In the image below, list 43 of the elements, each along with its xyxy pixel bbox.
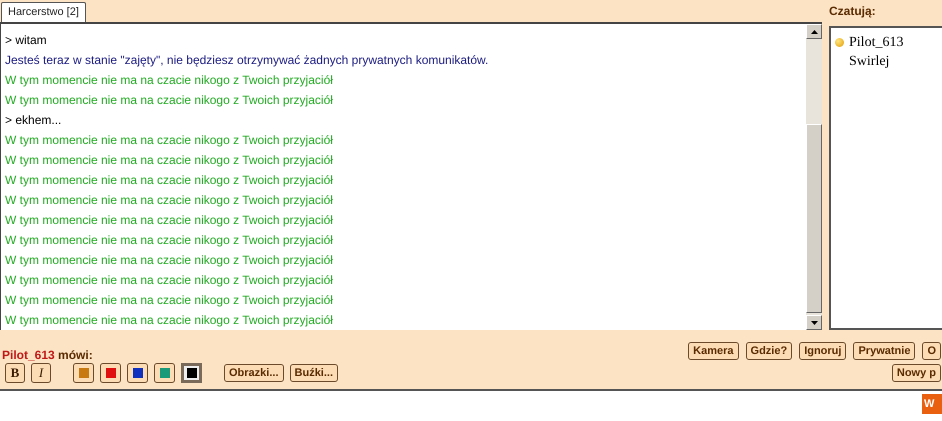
speaker-name: Pilot_613 (2, 348, 55, 362)
users-heading: Czatują: (829, 3, 877, 20)
italic-button[interactable]: I (31, 363, 51, 383)
message-input[interactable] (0, 389, 942, 421)
new-button[interactable]: Nowy p (892, 364, 941, 382)
speaker-label: mówi: (58, 348, 93, 362)
color-swatch[interactable] (100, 363, 121, 383)
user-action-button[interactable]: Ignoruj (799, 342, 846, 360)
insert-button[interactable]: Obrazki... (224, 364, 284, 382)
color-swatch[interactable] (154, 363, 175, 383)
user-action-button[interactable]: O (922, 342, 941, 360)
color-swatch[interactable] (127, 363, 148, 383)
chat-message: Jesteś teraz w stanie "zajęty", nie będziesz otrzymywać żadnych prywatnych komunikatów. (5, 52, 490, 69)
chat-message: W tym momencie nie ma na czacie nikogo z Twoich przyjaciół (5, 212, 334, 229)
down-arrow-icon (810, 320, 818, 324)
scroll-up-button[interactable] (806, 24, 822, 39)
user-name[interactable]: Swirlej (849, 52, 890, 71)
user-action-button[interactable]: Prywatnie (853, 342, 916, 360)
chat-message: W tym momencie nie ma na czacie nikogo z Twoich przyjaciół (5, 232, 334, 249)
scrollbar[interactable] (806, 24, 822, 330)
chat-message: W tym momencie nie ma na czacie nikogo z Twoich przyjaciół (5, 132, 334, 149)
insert-button[interactable]: Buźki... (290, 364, 338, 382)
user-action-button[interactable]: Kamera (688, 342, 739, 360)
chat-tab[interactable]: Harcerstwo [2] (1, 2, 86, 22)
chat-message: W tym momencie nie ma na czacie nikogo z Twoich przyjaciół (5, 272, 334, 289)
chat-message: W tym momencie nie ma na czacie nikogo z Twoich przyjaciół (5, 192, 334, 209)
scroll-thumb[interactable] (806, 124, 822, 313)
chat-message: W tym momencie nie ma na czacie nikogo z Twoich przyjaciół (5, 172, 334, 189)
bold-button[interactable]: B (5, 363, 25, 383)
scroll-down-button[interactable] (806, 315, 822, 330)
chat-message: W tym momencie nie ma na czacie nikogo z Twoich przyjaciół (5, 252, 334, 269)
chat-message: > witam (5, 32, 48, 49)
user-action-button[interactable]: Gdzie? (746, 342, 792, 360)
chat-message: W tym momencie nie ma na czacie nikogo z Twoich przyjaciół (5, 72, 334, 89)
chat-message: W tym momencie nie ma na czacie nikogo z Twoich przyjaciół (5, 292, 334, 309)
chat-message: W tym momencie nie ma na czacie nikogo z Twoich przyjaciół (5, 312, 334, 329)
user-name[interactable]: Pilot_613 (849, 33, 904, 52)
chat-message: W tym momencie nie ma na czacie nikogo z Twoich przyjaciół (5, 152, 334, 169)
up-arrow-icon (810, 30, 818, 34)
color-swatch[interactable] (181, 363, 202, 383)
chat-message: > ekhem... (5, 112, 62, 129)
chat-message: W tym momencie nie ma na czacie nikogo z Twoich przyjaciół (5, 92, 334, 109)
color-swatch[interactable] (73, 363, 94, 383)
